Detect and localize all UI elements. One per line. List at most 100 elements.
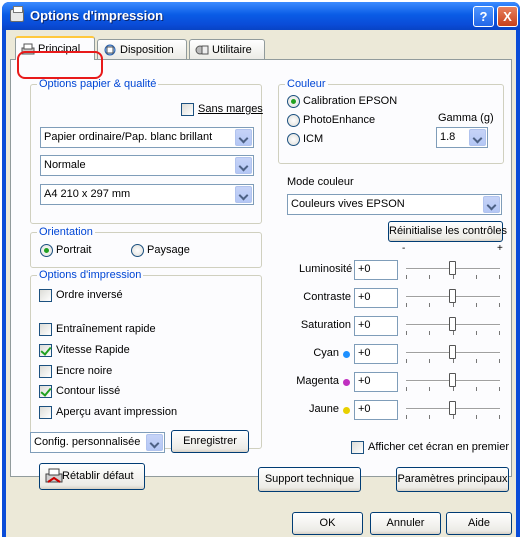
paper-quality-title: Options papier & qualité: [37, 78, 159, 90]
slider-value-2[interactable]: +0: [354, 316, 398, 336]
close-button[interactable]: X: [497, 6, 518, 27]
enregistrer-button[interactable]: Enregistrer: [171, 430, 249, 453]
slider-tick: [453, 387, 454, 391]
entrainement-rapide-checkbox[interactable]: [39, 323, 52, 336]
afficher-ecran-checkbox[interactable]: [351, 441, 364, 454]
color-dot-icon: [343, 379, 350, 386]
slider-tick: [429, 387, 430, 391]
photoenhance-radio[interactable]: [287, 114, 300, 127]
vitesse-rapide-label: Vitesse Rapide: [56, 344, 130, 356]
principal-panel: Options papier & qualité Sans marges Pap…: [10, 59, 512, 492]
highlight-annotation: [17, 51, 103, 79]
encre-noire-checkbox[interactable]: [39, 365, 52, 378]
slider-track-3[interactable]: [406, 345, 500, 363]
mode-couleur-select[interactable]: Couleurs vives EPSON: [287, 194, 502, 215]
title-bar[interactable]: Options d'impression ? X: [2, 2, 520, 30]
chevron-down-icon: [469, 129, 486, 146]
vitesse-rapide-checkbox[interactable]: [39, 344, 52, 357]
slider-thumb[interactable]: [449, 289, 456, 303]
slider-track-2[interactable]: [406, 317, 500, 335]
print-options-title: Options d'impression: [37, 269, 144, 281]
config-select[interactable]: Config. personnalisée: [30, 432, 165, 453]
portrait-radio[interactable]: [40, 244, 53, 257]
slider-tick: [476, 303, 477, 307]
slider-value-3[interactable]: +0: [354, 344, 398, 364]
entrainement-rapide-label: Entraînement rapide: [56, 323, 156, 335]
quality-select[interactable]: Normale: [40, 155, 254, 176]
reinitialise-controles-button[interactable]: Réinitialise les contrôles: [388, 221, 507, 242]
slider-value-1[interactable]: +0: [354, 288, 398, 308]
paysage-radio[interactable]: [131, 244, 144, 257]
slider-tick: [406, 415, 407, 419]
slider-tick: [453, 275, 454, 279]
slider-tick: [406, 331, 407, 335]
slider-track-0[interactable]: [406, 261, 500, 279]
parametres-principaux-button[interactable]: Paramètres principaux: [396, 467, 509, 492]
portrait-label: Portrait: [56, 244, 92, 256]
paper-size-value: A4 210 x 297 mm: [44, 188, 131, 200]
slider-label-0: Luminosité: [299, 263, 353, 275]
slider-tick: [476, 275, 477, 279]
slider-label-2: Saturation: [300, 319, 351, 331]
slider-value-4[interactable]: +0: [354, 372, 398, 392]
config-value: Config. personnalisée: [34, 436, 141, 448]
color-dot-icon: [343, 407, 350, 414]
retablir-defaut-label: Rétablir défaut: [62, 470, 134, 482]
contour-lisse-checkbox[interactable]: [39, 385, 52, 398]
sans-marges-checkbox[interactable]: [181, 103, 194, 116]
slider-track-1[interactable]: [406, 289, 500, 307]
chevron-down-icon: [483, 196, 500, 213]
annuler-button[interactable]: Annuler: [370, 512, 441, 535]
sans-marges-label: Sans marges: [198, 103, 263, 115]
slider-thumb[interactable]: [449, 373, 456, 387]
slider-tick: [406, 275, 407, 279]
slider-thumb[interactable]: [449, 401, 456, 415]
slider-thumb[interactable]: [449, 317, 456, 331]
color-dot-icon: [343, 351, 350, 358]
slider-label-5: Jaune: [309, 403, 339, 415]
ok-button[interactable]: OK: [292, 512, 363, 535]
paper-size-select[interactable]: A4 210 x 297 mm: [40, 184, 254, 205]
quality-value: Normale: [44, 159, 86, 171]
icm-radio[interactable]: [287, 133, 300, 146]
help-title-button[interactable]: ?: [473, 6, 494, 27]
slider-track-5[interactable]: [406, 401, 500, 419]
slider-thumb[interactable]: [449, 345, 456, 359]
chevron-down-icon: [235, 186, 252, 203]
tab-utilitaire[interactable]: Utilitaire: [189, 39, 265, 59]
support-technique-button[interactable]: Support technique: [258, 467, 361, 492]
slider-thumb[interactable]: [449, 261, 456, 275]
slider-tick: [476, 359, 477, 363]
window-title: Options d'impression: [30, 8, 164, 23]
apercu-checkbox[interactable]: [39, 406, 52, 419]
slider-tick: [499, 331, 500, 335]
aide-button[interactable]: Aide: [446, 512, 512, 535]
slider-max-label: +: [497, 243, 503, 254]
gamma-label: Gamma (g): [438, 112, 494, 124]
tab-disposition[interactable]: Disposition: [97, 39, 187, 59]
slider-tick: [406, 303, 407, 307]
tab-disposition-label: Disposition: [120, 43, 174, 56]
tab-utilitaire-label: Utilitaire: [212, 43, 252, 56]
slider-tick: [406, 387, 407, 391]
slider-value-0[interactable]: +0: [354, 260, 398, 280]
slider-tick: [499, 415, 500, 419]
layout-tab-icon: [104, 44, 116, 55]
orientation-title: Orientation: [37, 226, 95, 238]
slider-tick: [499, 303, 500, 307]
ordre-inverse-checkbox[interactable]: [39, 289, 52, 302]
afficher-ecran-label: Afficher cet écran en premier: [368, 441, 510, 453]
ordre-inverse-label: Ordre inversé: [56, 289, 123, 301]
icm-label: ICM: [303, 133, 324, 145]
gamma-select[interactable]: 1.8: [436, 127, 488, 148]
paper-type-select[interactable]: Papier ordinaire/Pap. blanc brillant: [40, 127, 254, 148]
chevron-down-icon: [235, 157, 252, 174]
calibration-epson-radio[interactable]: [287, 95, 300, 108]
slider-tick: [453, 415, 454, 419]
slider-label-3: Cyan: [313, 347, 339, 359]
slider-tick: [429, 359, 430, 363]
contour-lisse-label: Contour lissé: [56, 385, 121, 397]
retablir-defaut-button[interactable]: Rétablir défaut: [39, 463, 145, 490]
slider-track-4[interactable]: [406, 373, 500, 391]
slider-value-5[interactable]: +0: [354, 400, 398, 420]
